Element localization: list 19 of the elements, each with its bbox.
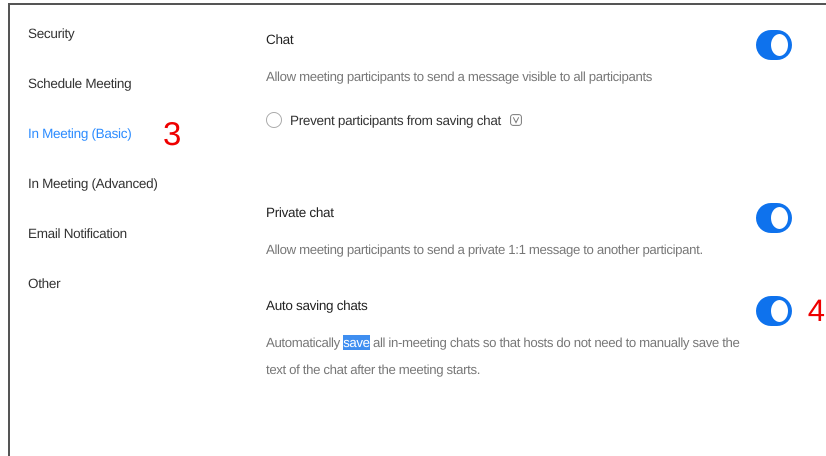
toggle-switch[interactable]	[756, 203, 792, 233]
annotation-number: 4	[808, 295, 825, 326]
setting-title: Private chat	[266, 205, 335, 220]
sidebar-item[interactable]: Email Notification	[28, 226, 127, 241]
checkbox[interactable]	[266, 112, 282, 128]
setting-description: Allow meeting participants to send a private 1:1 message to another participant.	[266, 241, 704, 259]
toggle-switch[interactable]	[756, 30, 792, 60]
verified-icon	[510, 114, 522, 126]
option-label: Prevent participants from saving chat	[290, 112, 502, 128]
setting-title: Chat	[266, 32, 294, 47]
toggle-switch[interactable]	[756, 296, 792, 326]
sidebar-item[interactable]: Other	[28, 276, 60, 291]
sidebar-item[interactable]: Security	[28, 26, 74, 41]
sidebar-item[interactable]: In Meeting (Advanced)	[28, 176, 158, 191]
setting-description: Allow meeting participants to send a message visible to all participants	[266, 68, 654, 86]
annotation-number: 3	[163, 117, 182, 150]
setting-title: Auto saving chats	[266, 298, 368, 313]
sidebar-item[interactable]: Schedule Meeting	[28, 76, 132, 91]
setting-description: Automatically save all in-meeting chats so that hosts do not need to manually save the text of the chat after the meeting starts.	[266, 334, 741, 379]
